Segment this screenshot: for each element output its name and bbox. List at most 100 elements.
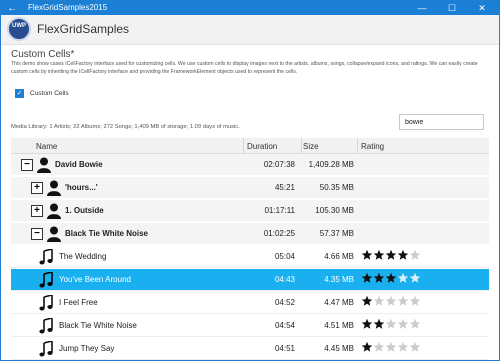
custom-cells-checkbox[interactable]: ✓ [15, 89, 24, 98]
star-empty-icon[interactable] [385, 318, 397, 334]
person-icon [47, 203, 61, 219]
column-divider[interactable] [243, 138, 244, 154]
music-note-icon [39, 339, 53, 357]
expand-icon[interactable]: + [31, 205, 43, 217]
duration-cell: 04:52 [274, 298, 295, 307]
window-title: FlexGridSamples2015 [28, 3, 108, 12]
size-cell: 57.37 MB [319, 229, 354, 238]
maximize-button[interactable]: ☐ [441, 1, 463, 15]
star-filled-icon[interactable] [361, 318, 373, 334]
star-filled-icon[interactable] [361, 341, 373, 357]
size-cell: 1,409.28 MB [308, 160, 354, 169]
music-note-icon [39, 247, 53, 265]
artist-row[interactable]: − David Bowie 02:07:38 1,409.28 MB [11, 154, 489, 176]
artist-name: David Bowie [55, 160, 103, 169]
size-cell: 4.35 MB [324, 275, 354, 284]
column-header-name[interactable]: Name [36, 142, 57, 151]
song-row[interactable]: Jump They Say 04:51 4.45 MB [11, 338, 489, 360]
title-bar: ← FlexGridSamples2015 — ☐ ✕ [1, 1, 499, 15]
star-filled-icon[interactable] [385, 249, 397, 265]
column-header-rating[interactable]: Rating [361, 142, 384, 151]
column-divider[interactable] [357, 138, 358, 154]
app-header: UWP FlexGridSamples [1, 15, 499, 45]
song-row[interactable]: You've Been Around 04:43 4.35 MB [11, 269, 489, 291]
rating-stars[interactable] [361, 341, 421, 357]
album-name: 1. Outside [65, 206, 104, 215]
album-row[interactable]: + 'hours...' 45:21 50.35 MB [11, 177, 489, 199]
rating-stars[interactable] [361, 318, 421, 334]
page-description: This demo show cases ICellFactory interf… [11, 61, 478, 75]
column-header-size[interactable]: Size [303, 142, 319, 151]
minimize-button[interactable]: — [411, 1, 433, 15]
close-icon: ✕ [478, 2, 486, 13]
star-empty-icon[interactable] [373, 341, 385, 357]
music-note-icon [39, 316, 53, 334]
star-empty-icon[interactable] [397, 295, 409, 311]
star-empty-icon[interactable] [373, 295, 385, 311]
star-filled-icon[interactable] [361, 249, 373, 265]
close-button[interactable]: ✕ [471, 1, 493, 15]
size-cell: 4.66 MB [324, 252, 354, 261]
app-name: FlexGridSamples [37, 22, 130, 36]
size-cell: 4.45 MB [324, 344, 354, 353]
minimize-icon: — [417, 3, 427, 13]
song-name: I Feel Free [59, 298, 98, 307]
rating-stars[interactable] [361, 249, 421, 265]
music-grid[interactable]: Name Duration Size Rating − David Bowie 02… [11, 138, 489, 360]
duration-cell: 05:04 [274, 252, 295, 261]
song-name: Black Tie White Noise [59, 321, 137, 330]
star-filled-icon[interactable] [385, 272, 397, 288]
star-empty-icon[interactable] [397, 272, 409, 288]
library-summary: Media Library: 1 Artists; 22 Albums; 272… [11, 124, 240, 130]
checkmark-icon: ✓ [16, 90, 23, 97]
album-row[interactable]: +1. Outside 01:17:11 105.30 MB [11, 200, 489, 222]
rating-stars[interactable] [361, 295, 421, 311]
star-filled-icon[interactable] [373, 272, 385, 288]
star-filled-icon[interactable] [361, 295, 373, 311]
duration-cell: 04:43 [274, 275, 295, 284]
song-row[interactable]: Black Tie White Noise 04:54 4.51 MB [11, 315, 489, 337]
album-name: Black Tie White Noise [65, 229, 148, 238]
app-window: ← FlexGridSamples2015 — ☐ ✕ UWP FlexGrid… [0, 0, 500, 361]
search-input[interactable] [399, 114, 484, 130]
size-cell: 105.30 MB [315, 206, 354, 215]
song-row[interactable]: The Wedding 05:04 4.66 MB [11, 246, 489, 268]
star-empty-icon[interactable] [409, 272, 421, 288]
star-empty-icon[interactable] [409, 295, 421, 311]
column-divider[interactable] [301, 138, 302, 154]
collapse-icon[interactable]: − [21, 159, 33, 171]
person-icon [47, 180, 61, 196]
uwp-logo: UWP [7, 17, 31, 41]
star-empty-icon[interactable] [385, 295, 397, 311]
back-button[interactable]: ← [1, 1, 23, 15]
star-empty-icon[interactable] [397, 341, 409, 357]
song-row[interactable]: I Feel Free 04:52 4.47 MB [11, 292, 489, 314]
maximize-icon: ☐ [447, 2, 457, 13]
column-header-duration[interactable]: Duration [247, 142, 277, 151]
duration-cell: 01:02:25 [263, 229, 295, 238]
star-filled-icon[interactable] [373, 318, 385, 334]
rating-stars[interactable] [361, 272, 421, 288]
star-empty-icon[interactable] [409, 341, 421, 357]
expand-icon[interactable]: + [31, 182, 43, 194]
grid-header: Name Duration Size Rating [11, 138, 489, 154]
music-note-icon [39, 270, 53, 288]
song-name: You've Been Around [59, 275, 131, 284]
music-note-icon [39, 293, 53, 311]
star-filled-icon[interactable] [361, 272, 373, 288]
star-empty-icon[interactable] [397, 318, 409, 334]
star-filled-icon[interactable] [397, 249, 409, 265]
duration-cell: 45:21 [274, 183, 295, 192]
size-cell: 4.47 MB [324, 298, 354, 307]
star-empty-icon[interactable] [409, 318, 421, 334]
duration-cell: 04:54 [274, 321, 295, 330]
album-row[interactable]: − Black Tie White Noise 01:02:25 57.37 MB [11, 223, 489, 245]
page-title: Custom Cells* [11, 49, 75, 60]
star-empty-icon[interactable] [409, 249, 421, 265]
song-name: The Wedding [59, 252, 107, 261]
custom-cells-label[interactable]: Custom Cells [30, 89, 69, 98]
star-empty-icon[interactable] [385, 341, 397, 357]
duration-cell: 02:07:38 [263, 160, 295, 169]
star-filled-icon[interactable] [373, 249, 385, 265]
collapse-icon[interactable]: − [31, 228, 43, 240]
